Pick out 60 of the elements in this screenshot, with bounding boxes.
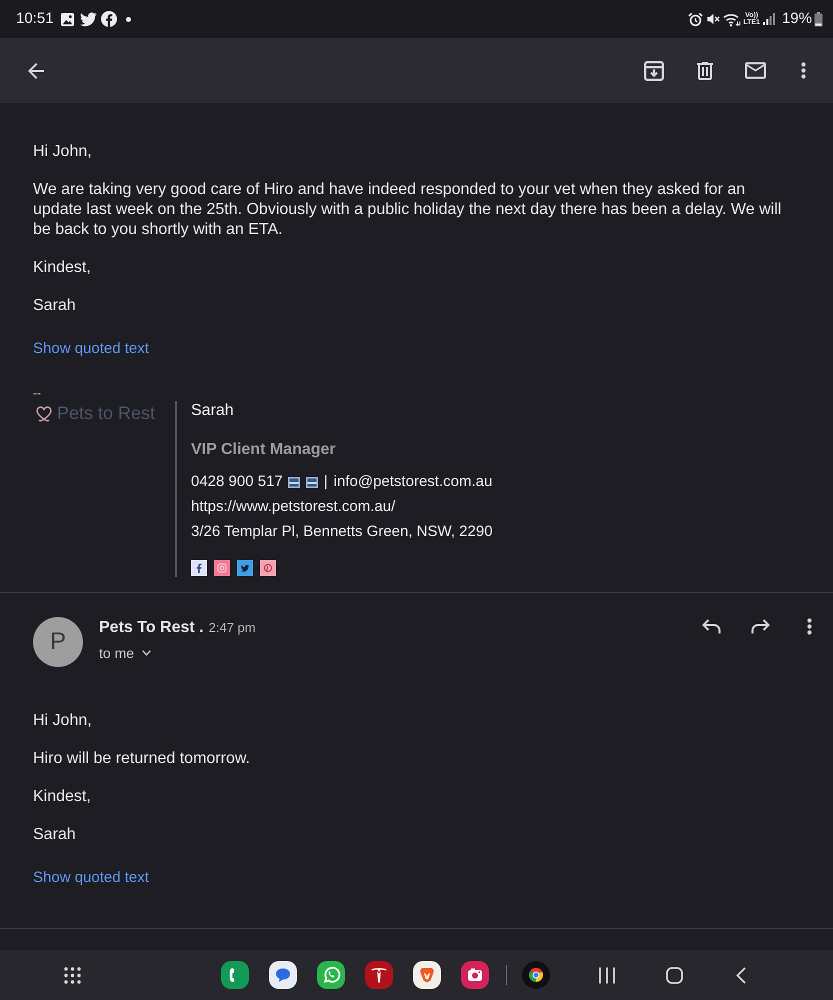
show-quoted-text-link[interactable]: Show quoted text bbox=[33, 339, 149, 359]
back-icon[interactable] bbox=[736, 966, 746, 984]
body-text: Kindest, bbox=[33, 258, 92, 278]
back-arrow-icon[interactable] bbox=[28, 62, 44, 78]
f-logo-icon bbox=[100, 11, 117, 27]
mute-icon bbox=[706, 12, 720, 26]
body-text: Kindest, bbox=[33, 787, 92, 807]
separator-text: | bbox=[324, 472, 328, 492]
heart-logo-icon bbox=[35, 404, 53, 422]
chevron-down-icon[interactable] bbox=[142, 650, 152, 656]
app-grid-icon[interactable] bbox=[64, 966, 81, 984]
signal-icon bbox=[762, 13, 775, 25]
body-text: Sarah bbox=[33, 825, 77, 845]
bird-icon bbox=[80, 12, 97, 26]
body-text: Hiro will be returned tomorrow. bbox=[33, 749, 251, 769]
phone-number: 0428 900 517 bbox=[191, 472, 283, 492]
home-icon[interactable] bbox=[666, 966, 683, 984]
clock-time: 10:51 bbox=[16, 10, 54, 28]
reply-icon[interactable] bbox=[702, 619, 721, 634]
alarm-icon bbox=[688, 12, 704, 26]
time-text: 2:47 pm bbox=[208, 620, 256, 636]
battery-icon bbox=[814, 12, 823, 26]
job-title: VIP Client Manager bbox=[191, 440, 336, 460]
website-link[interactable]: https://www.petstorest.com.au/ bbox=[191, 497, 396, 517]
lion-app-icon[interactable] bbox=[413, 961, 441, 989]
recipient-text[interactable]: to me bbox=[99, 644, 134, 662]
email-link[interactable]: info@petstorest.com.au bbox=[334, 472, 492, 492]
wifi-icon bbox=[723, 12, 742, 26]
recents-icon[interactable] bbox=[598, 966, 616, 984]
avatar: P bbox=[33, 617, 83, 667]
chat-bubble-app-icon[interactable] bbox=[317, 961, 345, 989]
address-text: 3/26 Templar Pl, Bennetts Green, NSW, 2290 bbox=[191, 522, 493, 542]
camera-app-icon[interactable] bbox=[461, 961, 489, 989]
body-text: Sarah bbox=[33, 296, 77, 316]
body-text: We are taking very good care of Hiro and have indeed responded to your vet when they asked for an update last week on the 25th. Obviously with a public holiday the next day there has been a delay. We will be back to you shortly with an ETA. bbox=[33, 180, 782, 240]
image-icon bbox=[60, 12, 75, 26]
sender-name: Pets To Rest . bbox=[99, 618, 204, 638]
more-icon[interactable] bbox=[801, 62, 806, 79]
battery-percent: 19% bbox=[782, 10, 812, 28]
body-text: Hi John, bbox=[33, 142, 93, 162]
signature-name: Sarah bbox=[191, 401, 234, 421]
mail-icon[interactable] bbox=[745, 62, 766, 79]
body-text: Hi John, bbox=[33, 711, 93, 731]
logo-text: Pets to Rest bbox=[57, 402, 156, 424]
f-logo-icon[interactable] bbox=[191, 560, 207, 576]
p-logo-icon[interactable] bbox=[260, 560, 276, 576]
trash-icon[interactable] bbox=[697, 62, 713, 80]
chrome-app-icon[interactable] bbox=[522, 961, 550, 989]
t-logo-app-icon[interactable] bbox=[365, 961, 393, 989]
archive-icon[interactable] bbox=[644, 60, 664, 80]
bird-icon[interactable] bbox=[237, 560, 253, 576]
show-quoted-text-link[interactable]: Show quoted text bbox=[33, 868, 149, 888]
dot-icon bbox=[126, 16, 131, 22]
signature-separator: -- bbox=[33, 386, 41, 400]
phone-app-icon[interactable] bbox=[221, 961, 249, 989]
more-icon[interactable] bbox=[807, 618, 812, 635]
image-icon bbox=[306, 476, 318, 488]
chat-app-icon[interactable] bbox=[269, 961, 297, 989]
image-icon bbox=[288, 476, 300, 488]
forward-icon[interactable] bbox=[751, 619, 770, 634]
